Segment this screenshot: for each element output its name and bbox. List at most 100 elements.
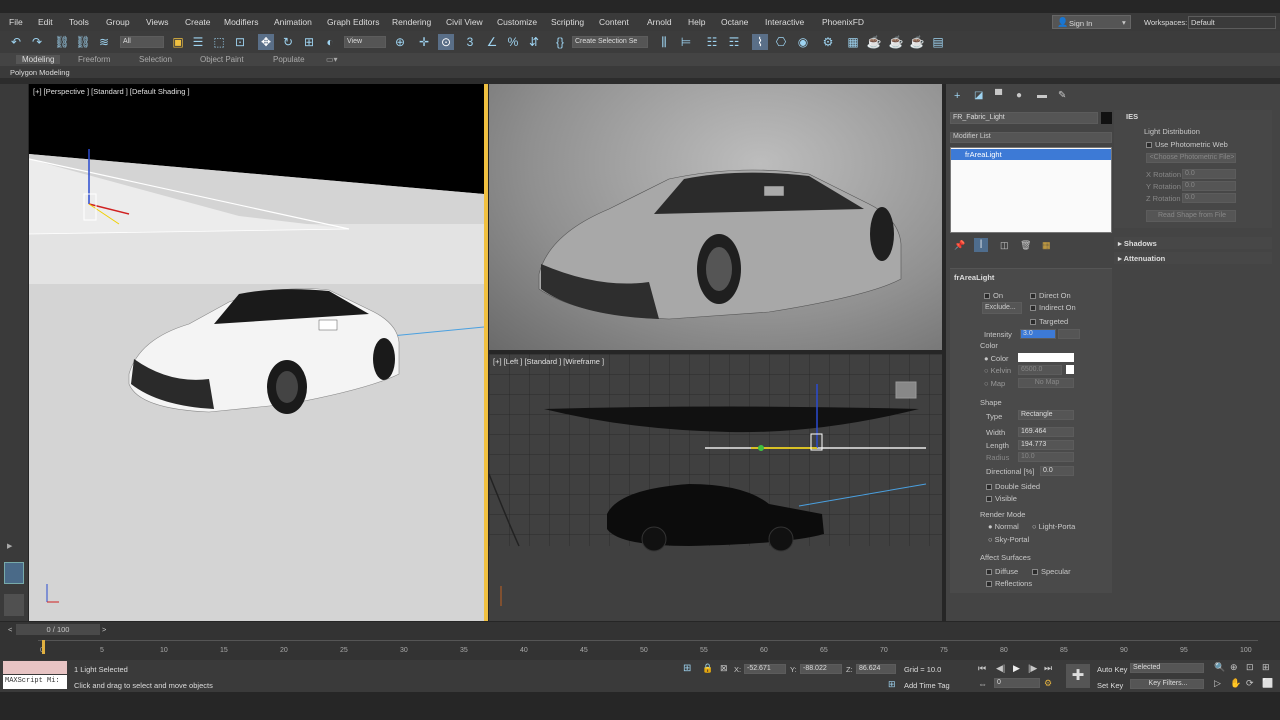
modifier-stack-item[interactable]: frAreaLight xyxy=(951,149,1111,160)
menu-item-edit[interactable]: Edit xyxy=(38,17,53,27)
normal-radio[interactable]: ● Normal xyxy=(988,522,1019,531)
select-manipulate-icon[interactable]: ✛ xyxy=(416,34,432,50)
unlink-icon[interactable]: ⛓ xyxy=(75,34,91,50)
field-of-view-icon[interactable]: ▷ xyxy=(1214,678,1221,689)
menu-item-animation[interactable]: Animation xyxy=(274,17,312,27)
motion-tab-icon[interactable]: ● xyxy=(1016,90,1022,101)
material-editor-icon[interactable]: ◉ xyxy=(795,34,811,50)
pin-stack-icon[interactable]: 📌 xyxy=(954,240,965,251)
length-field[interactable]: 194.773 xyxy=(1018,440,1074,450)
map-button[interactable]: No Map xyxy=(1018,378,1074,388)
rendered-viewport[interactable] xyxy=(489,84,942,350)
redo-icon[interactable]: ↷ xyxy=(29,34,45,50)
map-radio[interactable]: ○ Map xyxy=(984,379,1005,388)
menu-item-tools[interactable]: Tools xyxy=(69,17,89,27)
color-radio[interactable]: ● Color xyxy=(984,354,1009,363)
render-online-icon[interactable]: ▤ xyxy=(930,34,946,50)
kelvin-swatch[interactable] xyxy=(1066,365,1074,374)
menu-item-graph-editors[interactable]: Graph Editors xyxy=(327,17,379,27)
left-viewport-label[interactable]: [+] [Left ] [Standard ] [Wireframe ] xyxy=(493,357,604,366)
read-shape-button[interactable]: Read Shape from File xyxy=(1146,210,1236,222)
modifier-list-select[interactable]: Modifier List xyxy=(950,132,1112,143)
color-swatch[interactable] xyxy=(1018,353,1074,362)
polygon-modeling-label[interactable]: Polygon Modeling xyxy=(10,68,70,77)
shape-type-select[interactable]: Rectangle xyxy=(1018,410,1074,420)
intensity-field[interactable]: 3.0 xyxy=(1020,329,1056,339)
toggle-ribbon-icon[interactable]: ☶ xyxy=(726,34,742,50)
z-rotation-field[interactable]: 0.0 xyxy=(1182,193,1236,203)
left-wireframe-viewport[interactable]: [+] [Left ] [Standard ] [Wireframe ] xyxy=(489,354,942,621)
curve-editor-icon[interactable]: ⌇ xyxy=(752,34,768,50)
intensity-unit-select[interactable] xyxy=(1058,329,1080,339)
modifier-stack[interactable]: frAreaLight xyxy=(950,147,1112,233)
remove-modifier-icon[interactable]: 🗑 xyxy=(1020,240,1031,251)
move-icon[interactable]: ✥ xyxy=(258,34,274,50)
menu-item-modifiers[interactable]: Modifiers xyxy=(224,17,258,27)
display-tab-icon[interactable]: ▬ xyxy=(1037,90,1047,101)
select-object-icon[interactable]: ▣ xyxy=(170,34,186,50)
rollout-title[interactable]: frAreaLight xyxy=(954,273,994,282)
layout-tab-active[interactable] xyxy=(4,562,24,584)
diffuse-checkbox[interactable]: Diffuse xyxy=(986,567,1018,576)
rendered-frame-icon[interactable]: ▦ xyxy=(845,34,861,50)
menu-item-help[interactable]: Help xyxy=(688,17,705,27)
double-sided-checkbox[interactable]: Double Sided xyxy=(986,482,1040,491)
attenuation-rollout[interactable]: ▸ Attenuation xyxy=(1114,252,1272,264)
key-mode-icon[interactable]: ⇔ xyxy=(978,679,987,689)
modify-tab-icon[interactable]: ◪ xyxy=(974,90,983,101)
ies-rollout-title[interactable]: IES xyxy=(1126,112,1138,121)
light-portal-radio[interactable]: ○ Light-Porta xyxy=(1032,522,1075,531)
rect-selection-icon[interactable]: ⬚ xyxy=(211,34,227,50)
menu-item-interactive[interactable]: Interactive xyxy=(765,17,804,27)
scale-icon[interactable]: ⊞ xyxy=(301,34,317,50)
mirror-icon[interactable]: ⫼ xyxy=(656,34,672,50)
tab-object-paint[interactable]: Object Paint xyxy=(200,55,244,64)
snap-toggle-icon[interactable]: 3 xyxy=(462,34,478,50)
set-key-button[interactable]: Set Key xyxy=(1097,681,1123,690)
z-coord-field[interactable]: 86.624 xyxy=(856,664,896,674)
render-setup-icon[interactable]: ⚙ xyxy=(820,34,836,50)
spinner-snap-icon[interactable]: ⇵ xyxy=(526,34,542,50)
expand-icon[interactable]: ▶ xyxy=(7,542,12,550)
sky-portal-radio[interactable]: ○ Sky-Portal xyxy=(988,535,1029,544)
pan-icon[interactable]: ✋ xyxy=(1230,678,1241,689)
current-frame-field[interactable]: 0 xyxy=(994,678,1040,688)
configure-sets-icon[interactable]: ▦ xyxy=(1042,240,1051,251)
tab-populate[interactable]: Populate xyxy=(273,55,305,64)
isolate-icon[interactable]: ⊞ xyxy=(683,663,691,674)
pivot-icon[interactable]: ⊕ xyxy=(392,34,408,50)
window-crossing-icon[interactable]: ⊡ xyxy=(232,34,248,50)
menu-item-create[interactable]: Create xyxy=(185,17,211,27)
make-unique-icon[interactable]: ◫ xyxy=(1000,240,1009,251)
add-time-tag[interactable]: Add Time Tag xyxy=(904,681,950,690)
ref-coord-select[interactable]: View xyxy=(344,36,386,48)
menu-item-octane[interactable]: Octane xyxy=(721,17,748,27)
menu-item-content[interactable]: Content xyxy=(599,17,629,27)
menu-item-file[interactable]: File xyxy=(9,17,23,27)
exclude-button[interactable]: Exclude... xyxy=(982,302,1022,314)
key-filters-button[interactable]: Key Filters... xyxy=(1130,679,1204,689)
menu-item-arnold[interactable]: Arnold xyxy=(647,17,672,27)
link-icon[interactable]: ⛓ xyxy=(54,34,70,50)
y-rotation-field[interactable]: 0.0 xyxy=(1182,181,1236,191)
next-frame-icon[interactable]: |▶ xyxy=(1028,663,1037,674)
lock-selection-icon[interactable]: 🔒 xyxy=(702,663,713,674)
object-name-field[interactable]: FR_Fabric_Light xyxy=(950,112,1098,124)
selection-filter[interactable]: All xyxy=(120,36,164,48)
utilities-tab-icon[interactable]: ✎ xyxy=(1058,90,1066,101)
shadows-rollout[interactable]: ▸ Shadows xyxy=(1114,237,1272,249)
key-selection-select[interactable]: Selected xyxy=(1130,663,1204,673)
use-photometric-web-checkbox[interactable]: Use Photometric Web xyxy=(1146,140,1228,149)
select-by-name-icon[interactable]: ☰ xyxy=(190,34,206,50)
menu-item-customize[interactable]: Customize xyxy=(497,17,537,27)
maximize-viewport-icon[interactable]: ⬜ xyxy=(1262,678,1273,689)
kelvin-radio[interactable]: ○ Kelvin xyxy=(984,366,1011,375)
indirect-on-checkbox[interactable]: Indirect On xyxy=(1030,303,1076,312)
perspective-viewport-label[interactable]: [+] [Perspective ] [Standard ] [Default … xyxy=(33,87,190,96)
maxscript-input[interactable]: MAXScript Mi: xyxy=(3,675,67,689)
align-icon[interactable]: ⊨ xyxy=(678,34,694,50)
menu-item-rendering[interactable]: Rendering xyxy=(392,17,431,27)
go-to-start-icon[interactable]: ⏮ xyxy=(978,663,986,674)
play-icon[interactable]: ▶ xyxy=(1013,663,1020,674)
layer-explorer-icon[interactable]: ☷ xyxy=(704,34,720,50)
